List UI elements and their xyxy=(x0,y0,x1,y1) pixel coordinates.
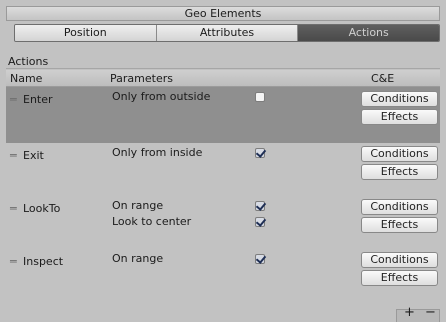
action-row-enter[interactable]: ═ Enter Only from outside Conditions Eff… xyxy=(6,87,440,143)
checkbox-only-from-inside[interactable] xyxy=(255,148,265,158)
conditions-button[interactable]: Conditions xyxy=(361,91,438,107)
param-label: Look to center xyxy=(112,215,192,228)
effects-button[interactable]: Effects xyxy=(361,270,438,286)
remove-action-button[interactable]: − xyxy=(425,305,436,320)
header-conditions-effects: C&E xyxy=(371,72,395,85)
conditions-button[interactable]: Conditions xyxy=(361,252,438,268)
drag-handle-icon[interactable]: ═ xyxy=(10,93,17,106)
list-footer: + − xyxy=(6,305,440,322)
tab-actions[interactable]: Actions xyxy=(298,25,439,41)
window-title: Geo Elements xyxy=(6,6,440,21)
action-name: Exit xyxy=(23,149,44,162)
param-label: Only from outside xyxy=(112,90,211,103)
divider xyxy=(6,68,440,69)
action-name: LookTo xyxy=(23,202,61,215)
param-label: On range xyxy=(112,199,164,212)
tab-attributes[interactable]: Attributes xyxy=(156,25,299,41)
action-name: Enter xyxy=(23,93,53,106)
effects-button[interactable]: Effects xyxy=(361,109,438,125)
param-label: On range xyxy=(112,252,164,265)
action-row-inspect[interactable]: ═ Inspect On range Conditions Effects xyxy=(6,247,440,299)
table-header: Name Parameters C&E xyxy=(6,70,440,87)
effects-button[interactable]: Effects xyxy=(361,217,438,233)
effects-button[interactable]: Effects xyxy=(361,164,438,180)
drag-handle-icon[interactable]: ═ xyxy=(10,202,17,215)
section-title: Actions xyxy=(8,55,49,68)
checkbox-on-range[interactable] xyxy=(255,201,265,211)
geo-elements-window: Geo Elements Position Attributes Actions… xyxy=(0,0,446,322)
tab-bar: Position Attributes Actions xyxy=(14,24,440,42)
header-name: Name xyxy=(10,72,43,85)
param-label: Only from inside xyxy=(112,146,203,159)
drag-handle-icon[interactable]: ═ xyxy=(10,255,17,268)
conditions-button[interactable]: Conditions xyxy=(361,146,438,162)
conditions-button[interactable]: Conditions xyxy=(361,199,438,215)
header-parameters: Parameters xyxy=(110,72,173,85)
action-row-exit[interactable]: ═ Exit Only from inside Conditions Effec… xyxy=(6,143,440,195)
add-action-button[interactable]: + xyxy=(404,305,415,320)
drag-handle-icon[interactable]: ═ xyxy=(10,149,17,162)
checkbox-on-range[interactable] xyxy=(255,254,265,264)
action-row-lookto[interactable]: ═ LookTo On range Look to center Conditi… xyxy=(6,195,440,247)
action-name: Inspect xyxy=(23,255,64,268)
checkbox-look-to-center[interactable] xyxy=(255,217,265,227)
tab-position[interactable]: Position xyxy=(15,25,157,41)
checkbox-only-from-outside[interactable] xyxy=(255,92,265,102)
actions-list: ═ Enter Only from outside Conditions Eff… xyxy=(6,87,440,309)
